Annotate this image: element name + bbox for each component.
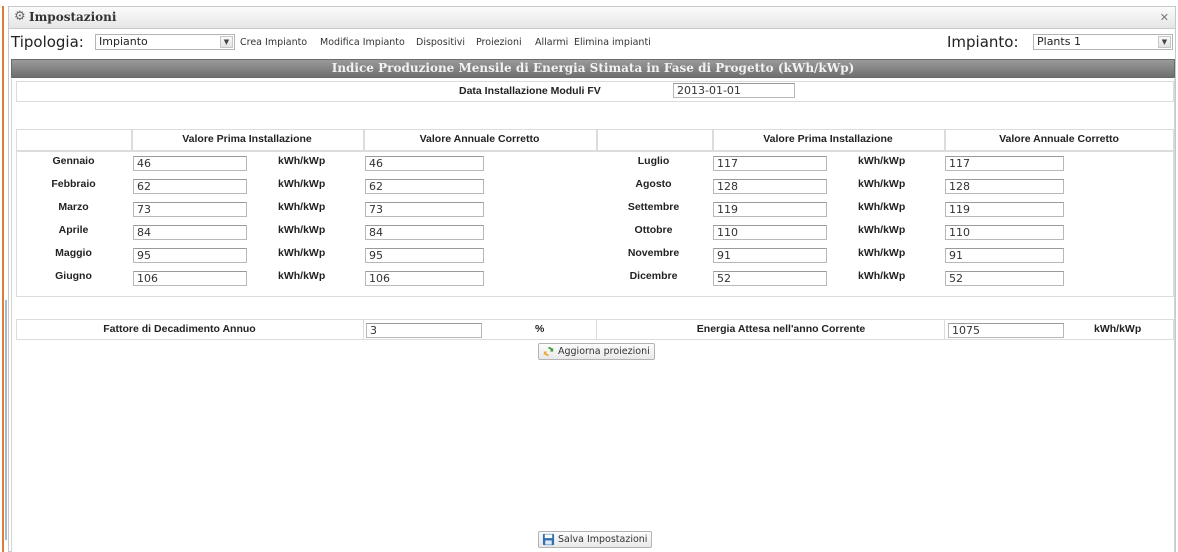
month-name: Gennaio [52,155,95,167]
unit-label: kWh/kWp [858,178,906,190]
first-install-input[interactable]: 117 [713,156,827,171]
first-install-input[interactable]: 128 [713,179,827,194]
month-name: Dicembre [629,270,678,282]
header-annual-corrected-right: Valore Annuale Corretto [999,133,1119,145]
unit-label: kWh/kWp [278,247,326,259]
first-install-input[interactable]: 62 [133,179,247,194]
month-name: Novembre [627,247,680,259]
link-dispositivi[interactable]: Dispositivi [416,37,465,48]
left-edge-accent [0,0,8,552]
decay-row: Fattore di Decadimento Annuo 3 % Energia… [16,319,1174,340]
expected-energy-label: Energia Attesa nell'anno Corrente [696,323,866,335]
month-name: Settembre [627,201,680,213]
section-header: Indice Produzione Mensile di Energia Sti… [11,59,1175,78]
install-date-input[interactable]: 2013-01-01 [673,83,795,98]
annual-corrected-input[interactable]: 117 [945,156,1064,171]
window-title: Impostazioni [29,10,117,24]
save-settings-label: Salva Impostazioni [558,534,648,545]
annual-corrected-input[interactable]: 110 [945,225,1064,240]
annual-corrected-input[interactable]: 91 [945,248,1064,263]
decay-input[interactable]: 3 [366,323,482,338]
save-settings-button[interactable]: Salva Impostazioni [538,531,653,548]
section-title: Indice Produzione Mensile di Energia Sti… [331,61,855,75]
settings-content: Data Installazione Moduli FV 2013-01-01 … [11,79,1175,552]
unit-label: kWh/kWp [858,247,906,259]
settings-window: ⚙ Impostazioni ✕ Tipologia: Impianto ▼ C… [8,6,1176,552]
tipologia-select[interactable]: Impianto ▼ [95,34,235,50]
unit-label: kWh/kWp [278,178,326,190]
grid-divider [16,150,1174,152]
decay-unit: % [535,323,545,335]
impianto-select[interactable]: Plants 1 ▼ [1033,34,1173,50]
accent-bar-secondary [5,300,7,540]
update-projections-button[interactable]: Aggiorna proiezioni [538,343,655,360]
link-crea-impianto[interactable]: Crea Impianto [240,37,307,48]
refresh-icon [543,346,554,357]
unit-label: kWh/kWp [278,201,326,213]
annual-corrected-input[interactable]: 73 [365,202,484,217]
toolbar: Tipologia: Impianto ▼ Crea Impianto Modi… [9,30,1175,54]
annual-corrected-input[interactable]: 62 [365,179,484,194]
expected-energy-input[interactable]: 1075 [948,323,1064,338]
accent-bar [2,6,4,552]
grid-divider [596,129,598,150]
month-name: Agosto [635,178,672,190]
month-name: Luglio [637,155,670,167]
gear-icon: ⚙ [14,9,26,24]
first-install-input[interactable]: 91 [713,248,827,263]
annual-corrected-input[interactable]: 106 [365,271,484,286]
first-install-input[interactable]: 46 [133,156,247,171]
expected-energy-unit: kWh/kWp [1094,323,1142,335]
month-name: Maggio [55,247,92,259]
close-icon[interactable]: ✕ [1160,11,1169,24]
month-name: Aprile [58,224,89,236]
first-install-input[interactable]: 110 [713,225,827,240]
tipologia-label: Tipologia: [11,33,84,51]
first-install-input[interactable]: 106 [133,271,247,286]
first-install-input[interactable]: 73 [133,202,247,217]
impianto-label: Impianto: [947,33,1019,51]
impianto-select-value: Plants 1 [1037,35,1081,48]
tipologia-select-value: Impianto [99,35,148,48]
annual-corrected-input[interactable]: 84 [365,225,484,240]
annual-corrected-input[interactable]: 119 [945,202,1064,217]
install-date-row: Data Installazione Moduli FV 2013-01-01 [16,81,1174,102]
window-titlebar: ⚙ Impostazioni ✕ [9,7,1175,29]
install-date-label: Data Installazione Moduli FV [459,85,601,97]
link-elimina-impianti[interactable]: Elimina impianti [574,37,651,48]
chevron-down-icon[interactable]: ▼ [1158,36,1171,48]
monthly-grid: Valore Prima Installazione Valore Annual… [16,129,1174,297]
annual-corrected-input[interactable]: 46 [365,156,484,171]
update-projections-label: Aggiorna proiezioni [558,346,650,357]
link-allarmi[interactable]: Allarmi [535,37,568,48]
unit-label: kWh/kWp [278,155,326,167]
link-modifica-impianto[interactable]: Modifica Impianto [320,37,405,48]
header-first-install-right: Valore Prima Installazione [763,133,893,145]
unit-label: kWh/kWp [858,201,906,213]
unit-label: kWh/kWp [278,270,326,282]
unit-label: kWh/kWp [858,270,906,282]
month-name: Febbraio [51,178,96,190]
month-name: Giugno [55,270,92,282]
first-install-input[interactable]: 52 [713,271,827,286]
month-name: Ottobre [634,224,673,236]
header-annual-corrected-left: Valore Annuale Corretto [419,133,540,145]
header-first-install-left: Valore Prima Installazione [182,133,312,145]
floppy-disk-icon [542,533,555,546]
first-install-input[interactable]: 84 [133,225,247,240]
unit-label: kWh/kWp [278,224,326,236]
unit-label: kWh/kWp [858,224,906,236]
unit-label: kWh/kWp [858,155,906,167]
first-install-input[interactable]: 119 [713,202,827,217]
chevron-down-icon[interactable]: ▼ [220,36,233,48]
link-proiezioni[interactable]: Proiezioni [476,37,522,48]
decay-label: Fattore di Decadimento Annuo [103,323,256,335]
annual-corrected-input[interactable]: 95 [365,248,484,263]
annual-corrected-input[interactable]: 52 [945,271,1064,286]
month-name: Marzo [58,201,89,213]
annual-corrected-input[interactable]: 128 [945,179,1064,194]
first-install-input[interactable]: 95 [133,248,247,263]
